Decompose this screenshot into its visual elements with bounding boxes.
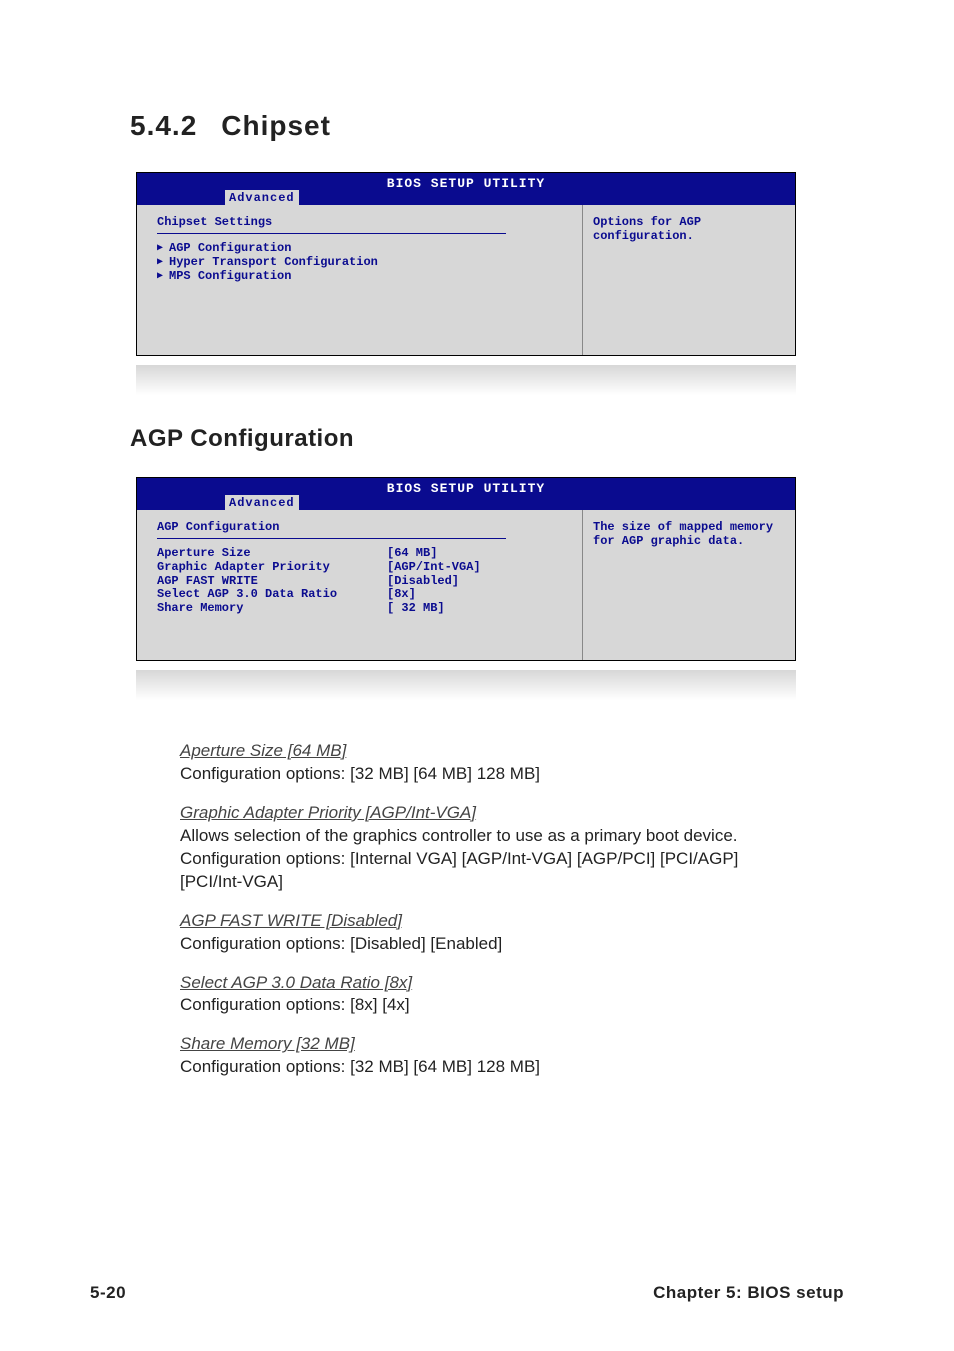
row-value: [64 MB] (387, 547, 437, 561)
section-number: 5.4.2 (130, 110, 197, 141)
desc-text: Configuration options: [8x] [4x] (180, 994, 800, 1017)
description-block: Aperture Size [64 MB] Configuration opti… (180, 740, 800, 1079)
bios-submenu-agp[interactable]: ▶ AGP Configuration (157, 242, 568, 256)
triangle-right-icon: ▶ (157, 243, 163, 255)
submenu-label: Hyper Transport Configuration (169, 256, 378, 270)
desc-text: Allows selection of the graphics control… (180, 825, 800, 894)
row-label: Graphic Adapter Priority (157, 561, 387, 575)
bios-panel-chipset: BIOS SETUP UTILITY Advanced Chipset Sett… (136, 172, 796, 356)
bios-help-text: Options for AGP configuration. (593, 215, 785, 243)
desc-text: Configuration options: [Disabled] [Enabl… (180, 933, 800, 956)
bios-help-text: The size of mapped memory for AGP graphi… (593, 520, 785, 548)
section-title: Chipset (221, 110, 331, 141)
submenu-label: MPS Configuration (169, 270, 291, 284)
bios-panel-title: Chipset Settings (157, 215, 568, 229)
row-label: Aperture Size (157, 547, 387, 561)
triangle-right-icon: ▶ (157, 257, 163, 269)
desc-text: Configuration options: [32 MB] [64 MB] 1… (180, 1056, 800, 1079)
bios-row-ratio[interactable]: Select AGP 3.0 Data Ratio [8x] (157, 588, 568, 602)
row-label: AGP FAST WRITE (157, 575, 387, 589)
row-label: Select AGP 3.0 Data Ratio (157, 588, 387, 602)
bios-help-pane: The size of mapped memory for AGP graphi… (583, 510, 795, 660)
bios-tab-advanced[interactable]: Advanced (225, 495, 299, 510)
bios-row-fastwrite[interactable]: AGP FAST WRITE [Disabled] (157, 575, 568, 589)
desc-text: Configuration options: [32 MB] [64 MB] 1… (180, 763, 800, 786)
chapter-label: Chapter 5: BIOS setup (653, 1283, 844, 1303)
desc-item: Share Memory [32 MB] Configuration optio… (180, 1033, 800, 1079)
subsection-heading: AGP Configuration (130, 425, 834, 453)
bios-titlebar: BIOS SETUP UTILITY Advanced (137, 478, 795, 510)
bios-submenu-hypertransport[interactable]: ▶ Hyper Transport Configuration (157, 256, 568, 270)
bios-row-aperture[interactable]: Aperture Size [64 MB] (157, 547, 568, 561)
bios-left-pane: AGP Configuration Aperture Size [64 MB] … (137, 510, 583, 660)
desc-setting: Aperture Size [64 MB] (180, 741, 346, 760)
bios-panel-agp: BIOS SETUP UTILITY Advanced AGP Configur… (136, 477, 796, 661)
bios-row-sharemem[interactable]: Share Memory [ 32 MB] (157, 602, 568, 616)
bios-titlebar: BIOS SETUP UTILITY Advanced (137, 173, 795, 205)
bios-help-pane: Options for AGP configuration. (583, 205, 795, 355)
bios-utility-title: BIOS SETUP UTILITY (137, 480, 795, 496)
bios-panel-title: AGP Configuration (157, 520, 568, 534)
submenu-label: AGP Configuration (169, 242, 291, 256)
row-label: Share Memory (157, 602, 387, 616)
desc-item: Select AGP 3.0 Data Ratio [8x] Configura… (180, 972, 800, 1018)
desc-setting: Share Memory [32 MB] (180, 1034, 355, 1053)
triangle-right-icon: ▶ (157, 271, 163, 283)
bios-tab-advanced[interactable]: Advanced (225, 190, 299, 205)
desc-item: Graphic Adapter Priority [AGP/Int-VGA] A… (180, 802, 800, 894)
desc-item: Aperture Size [64 MB] Configuration opti… (180, 740, 800, 786)
desc-item: AGP FAST WRITE [Disabled] Configuration … (180, 910, 800, 956)
bios-utility-title: BIOS SETUP UTILITY (137, 175, 795, 191)
bios-submenu-mps[interactable]: ▶ MPS Configuration (157, 270, 568, 284)
desc-setting: Graphic Adapter Priority [AGP/Int-VGA] (180, 803, 476, 822)
panel-fade (136, 670, 796, 700)
row-value: [ 32 MB] (387, 602, 445, 616)
section-heading: 5.4.2 Chipset (130, 110, 834, 142)
panel-fade (136, 365, 796, 395)
divider (157, 233, 506, 234)
row-value: [8x] (387, 588, 416, 602)
desc-setting: Select AGP 3.0 Data Ratio [8x] (180, 973, 412, 992)
page-footer: 5-20 Chapter 5: BIOS setup (90, 1283, 844, 1303)
divider (157, 538, 506, 539)
row-value: [AGP/Int-VGA] (387, 561, 481, 575)
row-value: [Disabled] (387, 575, 459, 589)
desc-setting: AGP FAST WRITE [Disabled] (180, 911, 402, 930)
bios-row-gap[interactable]: Graphic Adapter Priority [AGP/Int-VGA] (157, 561, 568, 575)
bios-left-pane: Chipset Settings ▶ AGP Configuration ▶ H… (137, 205, 583, 355)
page-number: 5-20 (90, 1283, 126, 1303)
